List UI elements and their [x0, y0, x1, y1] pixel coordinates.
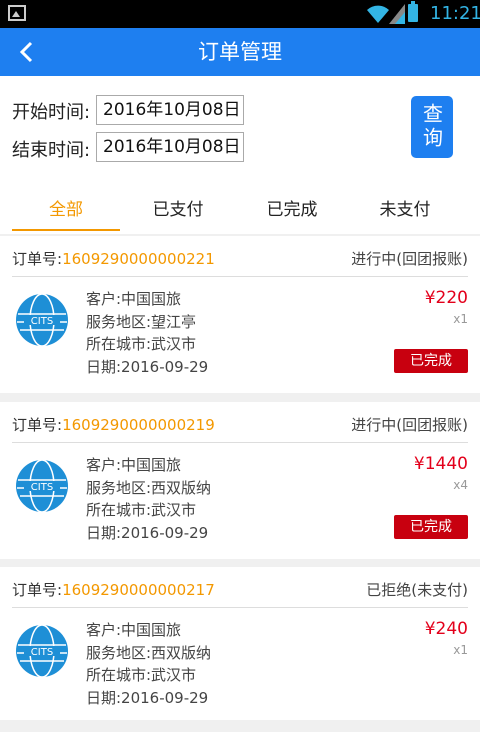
order-customer: 客户:中国国旅 — [86, 456, 182, 474]
end-time-label: 结束时间: — [12, 140, 91, 161]
end-date-field[interactable]: 2016年10月08日 — [96, 132, 244, 162]
order-header: 订单号:1609290000000219 进行中(回团报账) — [12, 402, 468, 443]
order-details: 客户:中国国旅 服务地区:西双版纳 所在城市:武汉市 日期:2016-09-29 — [86, 619, 211, 709]
order-number: 1609290000000221 — [62, 250, 215, 268]
order-area: 服务地区:望江亭 — [86, 312, 197, 331]
cits-globe-logo-icon: CITS — [16, 459, 68, 513]
order-card[interactable]: 订单号:1609290000000217 已拒绝(未支付) CITS 客户:中国… — [0, 567, 480, 720]
order-tabs: 全部 已支付 已完成 未支付 — [0, 192, 480, 232]
start-date-field[interactable]: 2016年10月08日 — [96, 95, 244, 125]
order-card[interactable]: 订单号:1609290000000219 进行中(回团报账) CITS 客户:中… — [0, 402, 480, 559]
page-title: 订单管理 — [198, 40, 282, 64]
order-date: 日期:2016-09-29 — [86, 688, 209, 707]
image-notification-icon — [8, 5, 26, 21]
order-number-label: 订单号: — [12, 416, 63, 434]
svg-text:CITS: CITS — [31, 482, 53, 493]
order-status: 已拒绝(未支付) — [366, 581, 468, 599]
order-price: ¥220 — [424, 288, 468, 308]
order-city: 所在城市:武汉市 — [86, 666, 197, 684]
query-button[interactable]: 查询 — [411, 96, 453, 158]
order-city: 所在城市:武汉市 — [86, 501, 197, 519]
order-card[interactable] — [0, 732, 480, 745]
battery-icon — [408, 1, 418, 22]
order-number-label: 订单号: — [12, 250, 63, 268]
order-number-label: 订单号: — [12, 581, 63, 599]
order-details: 客户:中国国旅 服务地区:望江亭 所在城市:武汉市 日期:2016-09-29 — [86, 288, 208, 378]
start-time-label: 开始时间: — [12, 102, 91, 123]
order-date: 日期:2016-09-29 — [86, 357, 209, 376]
order-number: 1609290000000217 — [62, 581, 215, 599]
clock: 11:21 — [430, 3, 480, 24]
tab-completed[interactable]: 已完成 — [238, 192, 346, 232]
order-number-row: 订单号:1609290000000219 — [12, 414, 215, 435]
tab-all[interactable]: 全部 — [12, 192, 120, 232]
order-number-row: 订单号:1609290000000217 — [12, 579, 215, 600]
order-date: 日期:2016-09-29 — [86, 523, 209, 542]
order-status: 进行中(回团报账) — [351, 250, 468, 268]
order-customer: 客户:中国国旅 — [86, 621, 182, 639]
order-price: ¥240 — [424, 619, 468, 639]
cits-globe-logo-icon: CITS — [16, 293, 68, 347]
order-customer: 客户:中国国旅 — [86, 290, 182, 308]
active-tab-indicator — [12, 229, 120, 231]
order-header: 订单号:1609290000000221 进行中(回团报账) — [12, 236, 468, 277]
app-header: 订单管理 — [0, 28, 480, 76]
tab-unpaid[interactable]: 未支付 — [351, 192, 459, 232]
order-quantity: x1 — [453, 312, 468, 326]
order-number: 1609290000000219 — [62, 416, 215, 434]
order-quantity: x1 — [453, 643, 468, 657]
order-area: 服务地区:西双版纳 — [86, 643, 212, 662]
order-status: 进行中(回团报账) — [351, 416, 468, 434]
tab-paid[interactable]: 已支付 — [124, 192, 232, 232]
order-details: 客户:中国国旅 服务地区:西双版纳 所在城市:武汉市 日期:2016-09-29 — [86, 454, 211, 544]
status-bar: 11:21 — [0, 0, 480, 28]
svg-text:CITS: CITS — [31, 316, 53, 327]
order-quantity: x4 — [453, 478, 468, 492]
order-number-row: 订单号:1609290000000221 — [12, 248, 215, 269]
wifi-icon — [367, 5, 389, 23]
order-city: 所在城市:武汉市 — [86, 335, 197, 353]
svg-text:CITS: CITS — [31, 647, 53, 658]
order-status-badge[interactable]: 已完成 — [394, 349, 468, 373]
order-price: ¥1440 — [413, 454, 468, 474]
signal-icon — [389, 4, 405, 24]
order-header: 订单号:1609290000000217 已拒绝(未支付) — [12, 567, 468, 608]
filter-panel: 开始时间: 2016年10月08日 结束时间: 2016年10月08日 查询 全… — [0, 76, 480, 234]
cits-globe-logo-icon: CITS — [16, 624, 68, 678]
order-card[interactable]: 订单号:1609290000000221 进行中(回团报账) CITS 客户:中… — [0, 236, 480, 393]
order-area: 服务地区:西双版纳 — [86, 478, 212, 497]
order-status-badge[interactable]: 已完成 — [394, 515, 468, 539]
